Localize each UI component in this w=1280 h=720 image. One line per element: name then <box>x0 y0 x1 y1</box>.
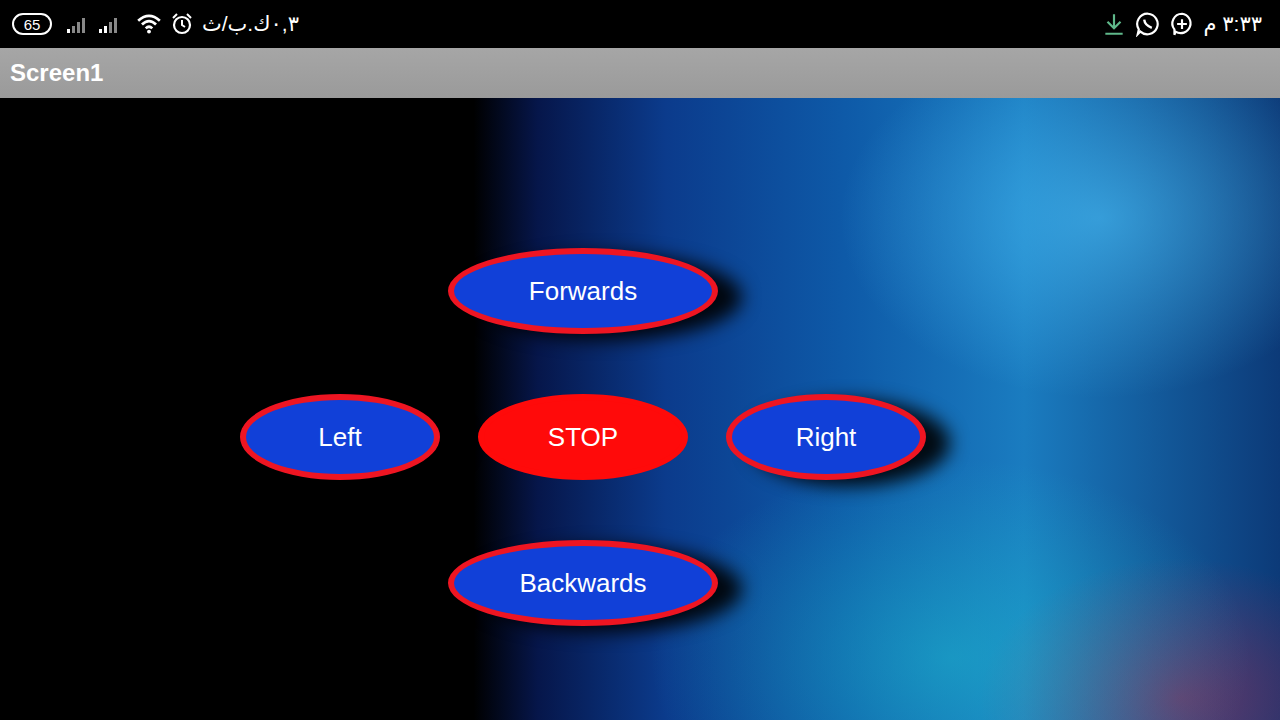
alarm-icon <box>170 12 194 36</box>
wifi-icon <box>136 13 162 35</box>
title-bar: Screen1 <box>0 48 1280 98</box>
add-circle-icon <box>1169 11 1195 37</box>
control-row: Backwards <box>448 538 718 628</box>
stop-button[interactable]: STOP <box>478 394 688 480</box>
direction-button[interactable]: Left <box>240 394 440 480</box>
control-pad: ForwardsLeft STOP RightBackwards <box>240 98 1040 720</box>
direction-button[interactable]: Forwards <box>448 248 718 334</box>
control-row: Forwards <box>448 246 718 336</box>
signal-icon <box>98 14 122 34</box>
phone-screen: 65 ٠,٣ك.ب/ث ٣:٣٣ م Screen1 ForwardsLeft STOP R… <box>0 0 1280 720</box>
screen-title: Screen1 <box>10 59 103 87</box>
control-row: Left STOP Right <box>240 392 926 482</box>
background-picture: ForwardsLeft STOP RightBackwards <box>0 98 1280 720</box>
download-icon <box>1101 11 1127 37</box>
clock: ٣:٣٣ م <box>1203 12 1262 36</box>
status-bar: 65 ٠,٣ك.ب/ث ٣:٣٣ م <box>0 0 1280 48</box>
battery-indicator: 65 <box>12 13 52 35</box>
direction-button[interactable]: Right <box>726 394 926 480</box>
direction-button[interactable]: Backwards <box>448 540 718 626</box>
network-speed: ٠,٣ك.ب/ث <box>202 12 299 36</box>
status-right: ٣:٣٣ م <box>1101 11 1262 37</box>
whatsapp-icon <box>1135 11 1161 37</box>
signal-icon <box>66 14 90 34</box>
status-left: 65 ٠,٣ك.ب/ث <box>12 12 299 36</box>
